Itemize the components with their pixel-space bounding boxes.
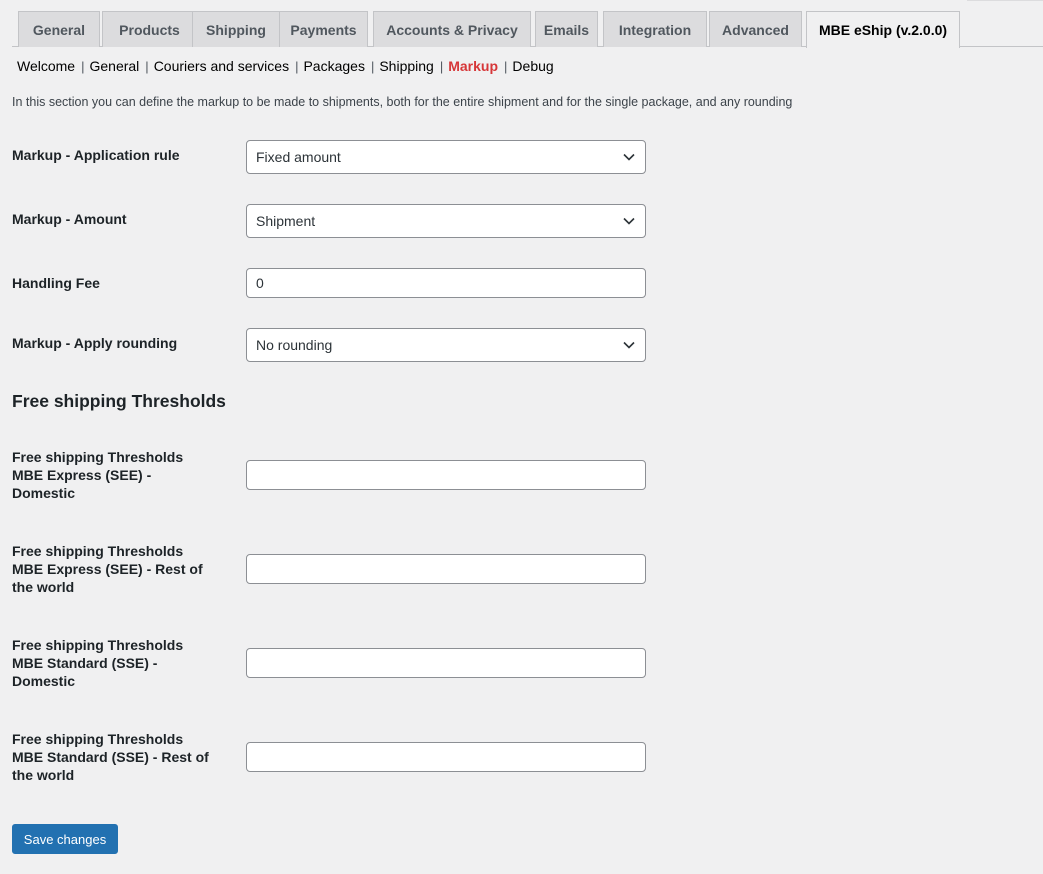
rounding-label: Markup - Apply rounding — [12, 335, 178, 351]
chevron-down-icon — [623, 341, 635, 349]
amount-value: Shipment — [256, 213, 316, 229]
tab-general[interactable]: General — [18, 11, 100, 47]
subnav-separator: | — [439, 59, 444, 74]
rounding-value: No rounding — [256, 337, 333, 353]
label-line: Domestic — [12, 673, 76, 689]
label-line: Free shipping Thresholds — [12, 637, 184, 653]
application-rule-value: Fixed amount — [256, 149, 341, 165]
subnav-separator: | — [81, 59, 85, 74]
tab-products[interactable]: Products — [102, 11, 197, 47]
label-line: Free shipping Thresholds — [12, 543, 184, 559]
threshold-sse-world-label: Free shipping Thresholds MBE Standard (S… — [12, 730, 217, 784]
label-line: MBE Express (SEE) - — [12, 467, 152, 483]
tab-mbe-eship[interactable]: MBE eShip (v.2.0.0) — [806, 11, 960, 48]
rounding-select[interactable]: No rounding — [246, 328, 646, 362]
label-line: the world — [12, 767, 75, 783]
subnav-item-shipping[interactable]: Shipping — [379, 58, 434, 74]
label-line: Free shipping Thresholds — [12, 731, 184, 747]
label-line: the world — [12, 579, 75, 595]
tab-shipping[interactable]: Shipping — [192, 11, 280, 47]
chevron-down-icon — [623, 217, 635, 225]
subnav-separator: | — [504, 59, 508, 74]
tab-advanced[interactable]: Advanced — [709, 11, 802, 47]
threshold-sse-domestic-input[interactable] — [246, 648, 646, 678]
handling-fee-label: Handling Fee — [12, 275, 100, 291]
handling-fee-input[interactable]: 0 — [246, 268, 646, 298]
subnav-item-welcome[interactable]: Welcome — [17, 58, 75, 74]
tab-payments[interactable]: Payments — [279, 11, 368, 47]
top-right-divider — [967, 0, 1043, 1]
subnav-item-packages[interactable]: Packages — [303, 58, 364, 74]
threshold-sse-world-input[interactable] — [246, 742, 646, 772]
tab-emails[interactable]: Emails — [535, 11, 598, 47]
subnav-separator: | — [295, 59, 299, 74]
subnav: Welcome | General | Couriers and services | Pa… — [17, 58, 554, 74]
tab-accounts-privacy[interactable]: Accounts & Privacy — [373, 11, 531, 47]
amount-select[interactable]: Shipment — [246, 204, 646, 238]
threshold-see-domestic-input[interactable] — [246, 460, 646, 490]
subnav-item-debug[interactable]: Debug — [512, 58, 553, 74]
amount-label: Markup - Amount — [12, 211, 127, 227]
application-rule-label: Markup - Application rule — [12, 147, 180, 163]
threshold-sse-domestic-label: Free shipping Thresholds MBE Standard (S… — [12, 636, 217, 690]
chevron-down-icon — [623, 153, 635, 161]
label-line: MBE Express (SEE) - Rest of — [12, 561, 203, 577]
label-line: Free shipping Thresholds — [12, 449, 184, 465]
threshold-see-world-input[interactable] — [246, 554, 646, 584]
subnav-separator: | — [370, 59, 375, 74]
threshold-see-domestic-label: Free shipping Thresholds MBE Express (SE… — [12, 448, 217, 502]
free-shipping-title: Free shipping Thresholds — [12, 391, 226, 411]
save-changes-button[interactable]: Save changes — [12, 824, 118, 854]
application-rule-select[interactable]: Fixed amount — [246, 140, 646, 174]
threshold-see-world-label: Free shipping Thresholds MBE Express (SE… — [12, 542, 217, 596]
settings-tabs: General Products Shipping Payments Accou… — [12, 11, 1043, 48]
label-line: Domestic — [12, 485, 76, 501]
label-line: MBE Standard (SSE) - — [12, 655, 158, 671]
subnav-item-general[interactable]: General — [89, 58, 139, 74]
section-description: In this section you can define the marku… — [12, 95, 793, 109]
subnav-item-couriers[interactable]: Couriers and services — [154, 58, 289, 74]
subnav-item-markup[interactable]: Markup — [448, 58, 498, 74]
tab-integration[interactable]: Integration — [603, 11, 707, 47]
label-line: MBE Standard (SSE) - Rest of — [12, 749, 209, 765]
subnav-separator: | — [145, 59, 149, 74]
